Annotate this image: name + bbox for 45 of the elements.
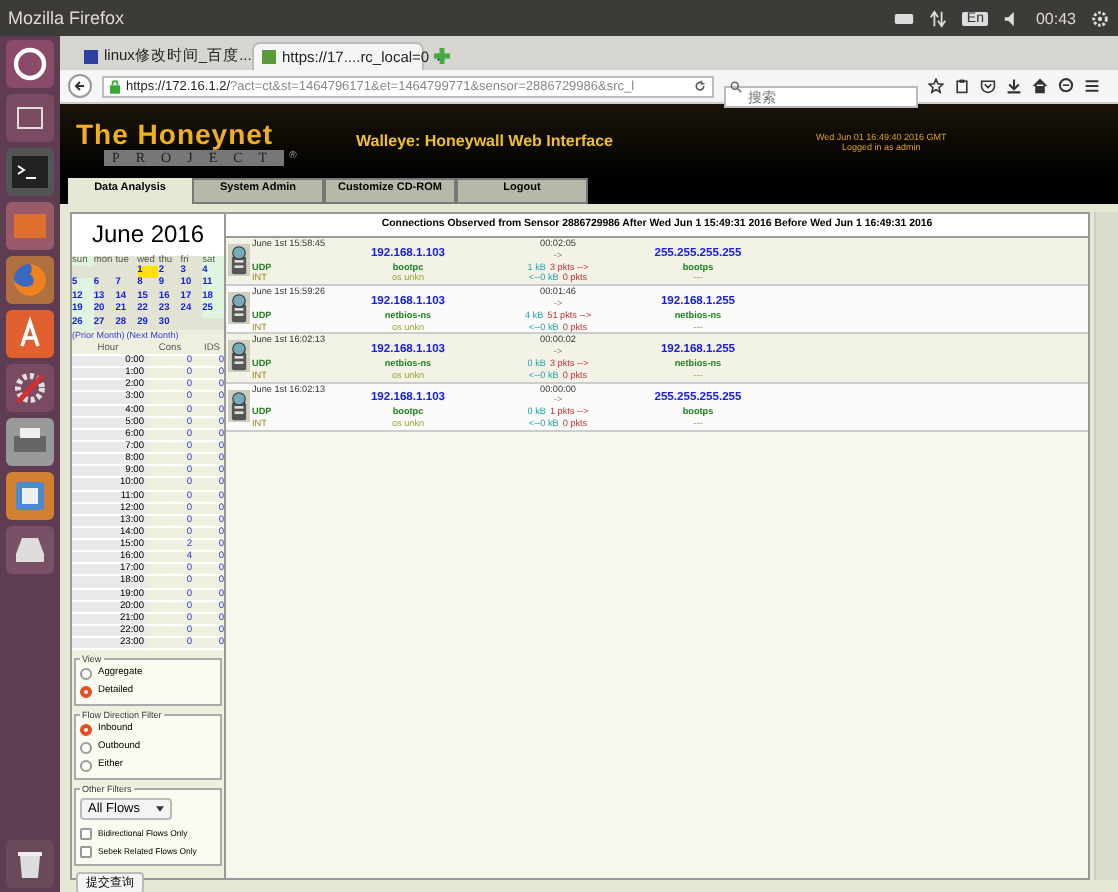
scrollbar[interactable]	[1094, 212, 1118, 880]
menu-icon[interactable]	[1084, 78, 1100, 94]
lock-icon	[110, 79, 120, 93]
network-icon[interactable]	[928, 9, 949, 27]
month-title: June 2016	[72, 214, 224, 256]
caret-icon	[156, 806, 164, 813]
radio-button[interactable]	[80, 759, 92, 772]
clipboard-icon[interactable]	[954, 78, 970, 94]
download-icon[interactable]	[1006, 78, 1022, 94]
close-icon[interactable]	[435, 52, 446, 62]
virtualbox-icon[interactable]	[6, 472, 54, 520]
settings-icon[interactable]	[6, 364, 54, 412]
settings-icon[interactable]	[1090, 9, 1110, 27]
radio-button[interactable]	[80, 667, 92, 680]
bookmark-star-icon[interactable]	[928, 78, 944, 94]
checkbox[interactable]	[80, 827, 92, 840]
printer-icon[interactable]	[6, 418, 54, 466]
keyboard-icon[interactable]	[894, 9, 915, 27]
checkbox[interactable]	[80, 845, 92, 858]
software-center-icon[interactable]	[6, 310, 54, 358]
pocket-icon[interactable]	[980, 78, 996, 94]
ubuntu-logo-icon[interactable]	[6, 40, 54, 88]
computer-icon	[228, 244, 250, 276]
site-title: Walleye: Honeywall Web Interface	[356, 132, 615, 150]
window-icon[interactable]	[6, 94, 54, 142]
logo-title: The Honeynet	[76, 117, 276, 149]
new-tab-icon[interactable]	[434, 48, 450, 64]
window-title: Mozilla Firefox	[8, 8, 125, 28]
reload-icon[interactable]	[694, 80, 706, 92]
radio-button[interactable]	[80, 685, 92, 698]
clock[interactable]: 00:43	[1035, 9, 1076, 27]
drive-icon[interactable]	[6, 526, 54, 574]
back-icon[interactable]	[68, 74, 92, 98]
computer-icon	[228, 389, 250, 422]
trash-icon[interactable]	[6, 840, 54, 888]
terminal-icon[interactable]	[6, 148, 54, 196]
chat-icon[interactable]	[1058, 78, 1074, 94]
computer-icon	[228, 340, 250, 373]
radio-button[interactable]	[80, 741, 92, 754]
computer-icon	[228, 292, 250, 325]
search-icon	[730, 79, 742, 93]
home-icon[interactable]	[1032, 78, 1048, 94]
page-icon	[84, 49, 98, 63]
radio-button[interactable]	[80, 723, 92, 736]
page-icon	[262, 50, 276, 64]
